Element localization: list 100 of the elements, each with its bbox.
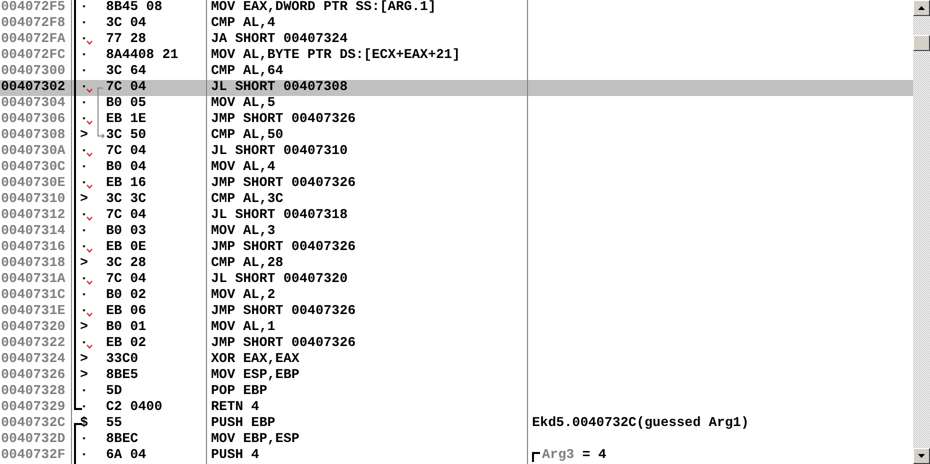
code-row[interactable]: 00407310 > 3C 3C CMP AL,3C: [0, 192, 913, 208]
code-row[interactable]: 00407312 · 7C 04 JL SHORT 00407318: [0, 208, 913, 224]
code-row[interactable]: 00407314 · B0 03 MOV AL,3: [0, 224, 913, 240]
address-text: 00407329: [0, 400, 72, 416]
address-text: 004072FC: [0, 48, 72, 64]
hex-bytes-text: B0 02: [106, 288, 207, 304]
hex-bytes-text: 8A4408 21: [106, 48, 207, 64]
disassembly-text: PUSH EBP: [207, 416, 528, 432]
code-row[interactable]: 004072F5 · 8B45 08 MOV EAX,DWORD PTR SS:[ARG.1]: [0, 0, 913, 16]
disassembly-text: JA SHORT 00407324: [207, 32, 528, 48]
line-marker: ·: [80, 160, 88, 176]
code-row[interactable]: 00407304 · B0 05 MOV AL,5: [0, 96, 913, 112]
hex-bytes-text: 8BEC: [106, 432, 207, 448]
scroll-thumb[interactable]: [913, 35, 930, 51]
line-marker: >: [80, 128, 88, 144]
line-marker: ·: [80, 208, 88, 224]
line-marker: >: [80, 192, 88, 208]
address-text: 0040731C: [0, 288, 72, 304]
vertical-scrollbar[interactable]: [913, 0, 930, 464]
disassembly-text: MOV AL,BYTE PTR DS:[ECX+EAX+21]: [207, 48, 528, 64]
hex-bytes-text: 8BE5: [106, 368, 207, 384]
address-text: 00407310: [0, 192, 72, 208]
hex-bytes-text: 6A 04: [106, 448, 207, 464]
hex-bytes-text: EB 06: [106, 304, 207, 320]
hex-bytes-text: 7C 04: [106, 208, 207, 224]
disassembly-text: JL SHORT 00407320: [207, 272, 528, 288]
address-text: 0040732F: [0, 448, 72, 464]
hex-bytes-text: EB 16: [106, 176, 207, 192]
disassembly-text: CMP AL,28: [207, 256, 528, 272]
code-row[interactable]: 00407328 · 5D POP EBP: [0, 384, 913, 400]
line-marker: ·: [80, 224, 88, 240]
disassembly-text: JL SHORT 00407318: [207, 208, 528, 224]
hex-bytes-text: 77 28: [106, 32, 207, 48]
hex-bytes-text: 8B45 08: [106, 0, 207, 16]
comment-text: = 4: [582, 448, 606, 463]
disassembly-text: MOV AL,3: [207, 224, 528, 240]
disassembly-text: RETN 4: [207, 400, 528, 416]
disassembly-text: JL SHORT 00407310: [207, 144, 528, 160]
code-row[interactable]: 0040730E · EB 16 JMP SHORT 00407326: [0, 176, 913, 192]
line-marker: ·: [80, 272, 88, 288]
hex-bytes-text: 55: [106, 416, 207, 432]
disassembly-text: MOV AL,5: [207, 96, 528, 112]
line-marker: ·: [80, 240, 88, 256]
disassembly-text: CMP AL,50: [207, 128, 528, 144]
line-marker: >: [80, 368, 88, 384]
code-row[interactable]: 0040730A · 7C 04 JL SHORT 00407310: [0, 144, 913, 160]
code-row[interactable]: 0040732D · 8BEC MOV EBP,ESP: [0, 432, 913, 448]
scroll-down-button[interactable]: [913, 448, 930, 464]
address-text: 00407304: [0, 96, 72, 112]
line-marker: ·: [80, 32, 88, 48]
disassembly-text: CMP AL,3C: [207, 192, 528, 208]
hex-bytes-text: EB 0E: [106, 240, 207, 256]
disassembly-text: MOV AL,2: [207, 288, 528, 304]
code-row[interactable]: 00407326 > 8BE5 MOV ESP,EBP: [0, 368, 913, 384]
code-row[interactable]: 00407324 > 33C0 XOR EAX,EAX: [0, 352, 913, 368]
code-row[interactable]: 00407322 · EB 02 JMP SHORT 00407326: [0, 336, 913, 352]
scroll-up-button[interactable]: [913, 0, 930, 16]
disassembly-text: JMP SHORT 00407326: [207, 176, 528, 192]
line-marker: ·: [80, 80, 88, 96]
argument-label: Arg3: [542, 448, 574, 463]
code-row[interactable]: 00407329 · C2 0400 RETN 4: [0, 400, 913, 416]
line-marker: ·: [80, 304, 88, 320]
line-marker: ·: [80, 64, 88, 80]
address-text: 0040731A: [0, 272, 72, 288]
disassembly-text: MOV ESP,EBP: [207, 368, 528, 384]
hex-bytes-text: 33C0: [106, 352, 207, 368]
line-marker: >: [80, 352, 88, 368]
code-row[interactable]: 00407320 > B0 01 MOV AL,1: [0, 320, 913, 336]
code-row[interactable]: 004072FC · 8A4408 21 MOV AL,BYTE PTR DS:[ECX+EAX+21]: [0, 48, 913, 64]
address-text: 0040730C: [0, 160, 72, 176]
disassembly-text: JMP SHORT 00407326: [207, 304, 528, 320]
line-marker: ·: [80, 176, 88, 192]
address-text: 00407302: [0, 80, 72, 96]
line-marker: ·: [80, 432, 88, 448]
line-marker: ·: [80, 96, 88, 112]
hex-bytes-text: 7C 04: [106, 80, 207, 96]
code-row[interactable]: 0040731C · B0 02 MOV AL,2: [0, 288, 913, 304]
hex-bytes-text: 7C 04: [106, 144, 207, 160]
code-row[interactable]: 00407306 · EB 1E JMP SHORT 00407326: [0, 112, 913, 128]
code-row[interactable]: 00407318 > 3C 28 CMP AL,28: [0, 256, 913, 272]
code-row[interactable]: 0040731E · EB 06 JMP SHORT 00407326: [0, 304, 913, 320]
line-marker: ·: [80, 0, 88, 16]
code-row[interactable]: 00407316 · EB 0E JMP SHORT 00407326: [0, 240, 913, 256]
disassembly-text: POP EBP: [207, 384, 528, 400]
address-text: 004072F5: [0, 0, 72, 16]
disassembly-text: MOV EAX,DWORD PTR SS:[ARG.1]: [207, 0, 528, 16]
up-arrow-icon: [918, 6, 925, 10]
line-marker: >: [80, 256, 88, 272]
code-row[interactable]: 0040730C · B0 04 MOV AL,4: [0, 160, 913, 176]
down-arrow-icon: [918, 454, 925, 458]
code-row[interactable]: 0040732F · 6A 04 PUSH 4 Arg3 = 4: [0, 448, 913, 464]
code-row[interactable]: 0040731A · 7C 04 JL SHORT 00407320: [0, 272, 913, 288]
hex-bytes-text: 3C 04: [106, 16, 207, 32]
address-text: 00407324: [0, 352, 72, 368]
address-text: 00407316: [0, 240, 72, 256]
code-row[interactable]: 004072F8 · 3C 04 CMP AL,4: [0, 16, 913, 32]
address-text: 0040732C: [0, 416, 72, 432]
code-row[interactable]: 00407308 > 3C 50 CMP AL,50: [0, 128, 913, 144]
code-row[interactable]: 004072FA · 77 28 JA SHORT 00407324: [0, 32, 913, 48]
code-row[interactable]: 00407302 · 7C 04 JL SHORT 00407308: [0, 80, 913, 96]
